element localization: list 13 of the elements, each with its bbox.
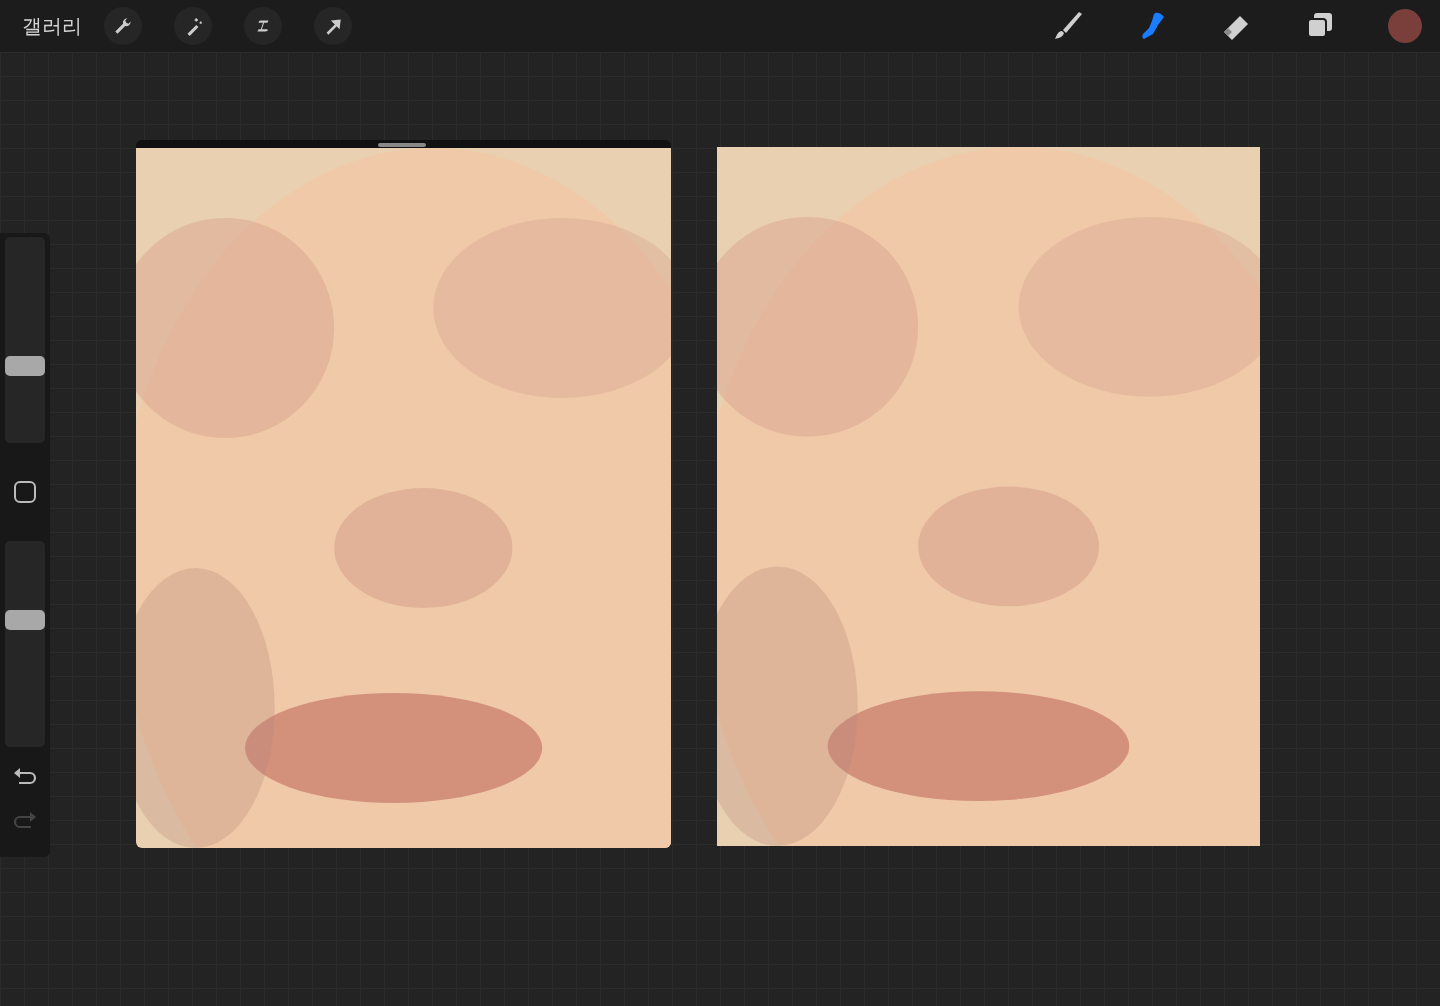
drag-handle[interactable]	[378, 143, 426, 147]
selection-button[interactable]	[244, 7, 282, 45]
slider-thumb[interactable]	[5, 609, 45, 630]
slider-thumb[interactable]	[5, 356, 45, 377]
wand-button[interactable]	[174, 7, 212, 45]
color-swatch[interactable]	[1388, 9, 1422, 43]
wrench-button[interactable]	[104, 7, 142, 45]
wrench-icon	[112, 15, 134, 37]
modify-button[interactable]	[12, 479, 38, 505]
transform-button[interactable]	[314, 7, 352, 45]
gallery-button[interactable]: 갤러리	[22, 12, 82, 40]
slider-track[interactable]	[5, 541, 45, 747]
slider-track[interactable]	[5, 237, 45, 443]
